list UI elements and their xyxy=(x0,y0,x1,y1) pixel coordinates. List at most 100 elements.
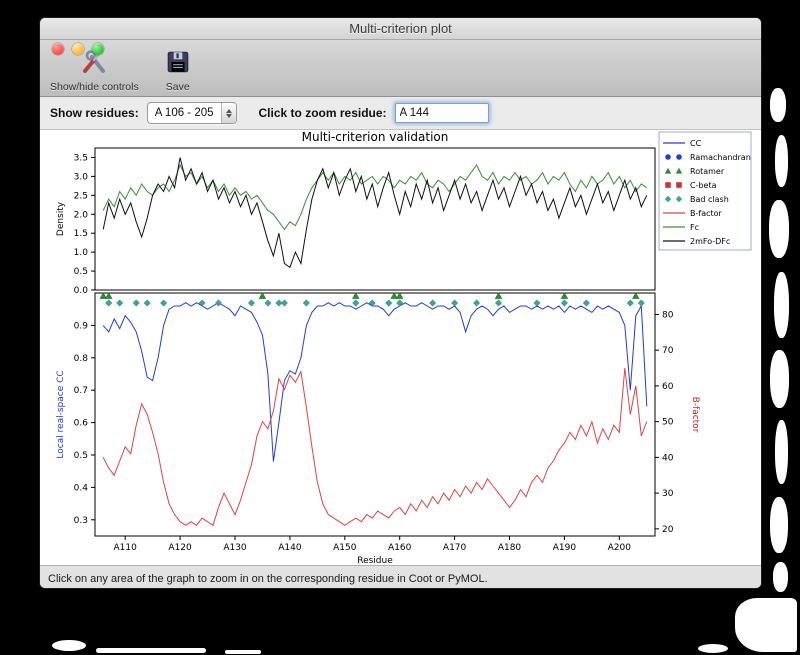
minimize-button[interactable] xyxy=(72,43,84,55)
svg-text:0.5: 0.5 xyxy=(74,451,88,461)
svg-text:0.7: 0.7 xyxy=(74,386,88,396)
save-icon xyxy=(165,49,191,80)
stepper-arrows-icon[interactable] xyxy=(220,103,236,123)
marker-Bad clash xyxy=(473,299,481,307)
svg-text:Rotamer: Rotamer xyxy=(690,167,725,176)
marker-Bad clash xyxy=(247,299,255,307)
artifact xyxy=(769,200,789,258)
svg-text:0.4: 0.4 xyxy=(74,483,89,493)
marker-Bad clash xyxy=(533,299,541,307)
svg-text:Local real-space CC: Local real-space CC xyxy=(56,370,66,458)
svg-text:C-beta: C-beta xyxy=(690,181,717,190)
marker-Bad clash xyxy=(160,299,168,307)
artifact xyxy=(770,497,788,553)
artifact xyxy=(52,640,86,651)
marker-Bad clash xyxy=(198,299,206,307)
svg-text:A170: A170 xyxy=(443,543,467,553)
svg-text:A110: A110 xyxy=(114,543,138,553)
status-text: Click on any area of the graph to zoom i… xyxy=(48,572,488,585)
title-bar[interactable]: Multi-criterion plot xyxy=(40,18,761,40)
svg-text:1.5: 1.5 xyxy=(74,229,88,239)
zoom-window-button[interactable] xyxy=(92,43,104,55)
svg-text:Bad clash: Bad clash xyxy=(690,195,729,204)
artifact xyxy=(225,650,261,654)
artifact xyxy=(698,644,728,653)
marker-Bad clash xyxy=(560,299,568,307)
svg-text:30: 30 xyxy=(662,489,674,499)
residue-range-select[interactable]: A 106 - 205 xyxy=(146,102,237,124)
artifact xyxy=(775,420,788,484)
status-bar: Click on any area of the graph to zoom i… xyxy=(40,565,761,588)
zoom-residue-label: Click to zoom residue: xyxy=(258,106,387,120)
svg-text:B-factor: B-factor xyxy=(690,209,723,218)
artifact xyxy=(774,272,789,338)
svg-text:80: 80 xyxy=(662,310,674,320)
svg-text:B-factor: B-factor xyxy=(690,397,700,433)
svg-text:0.6: 0.6 xyxy=(74,419,89,429)
desktop: { "window_title": "Multi-criterion plot"… xyxy=(0,0,800,655)
svg-text:0.3: 0.3 xyxy=(74,516,88,526)
marker-Bad clash xyxy=(396,299,404,307)
svg-text:A200: A200 xyxy=(608,543,632,553)
multi-criterion-plot-window: Multi-criterion plot Show/hide controls xyxy=(40,18,761,588)
svg-text:1.0: 1.0 xyxy=(74,248,89,258)
toolbar: Show/hide controls Save xyxy=(40,40,761,97)
svg-text:A160: A160 xyxy=(388,543,412,553)
save-label: Save xyxy=(165,81,190,93)
svg-text:50: 50 xyxy=(662,418,674,428)
svg-text:Residue: Residue xyxy=(357,556,393,565)
artifact xyxy=(735,598,797,652)
close-button[interactable] xyxy=(52,43,64,55)
marker-Bad clash xyxy=(582,299,590,307)
marker-Bad clash xyxy=(105,299,113,307)
series-CC xyxy=(102,302,648,462)
svg-text:A150: A150 xyxy=(333,543,357,553)
svg-text:0.5: 0.5 xyxy=(74,267,88,277)
svg-text:70: 70 xyxy=(662,346,674,356)
svg-text:A120: A120 xyxy=(168,543,192,553)
marker-Bad clash xyxy=(368,299,376,307)
traffic-lights xyxy=(52,43,104,55)
cc-bfactor-axes xyxy=(94,292,656,537)
marker-Bad clash xyxy=(385,299,393,307)
artifact xyxy=(96,648,206,653)
svg-text:A180: A180 xyxy=(498,543,522,553)
artifact xyxy=(775,135,788,187)
artifact xyxy=(770,350,789,408)
svg-text:A140: A140 xyxy=(278,543,302,553)
marker-Bad clash xyxy=(352,299,360,307)
marker-Bad clash xyxy=(215,299,223,307)
save-button[interactable]: Save xyxy=(165,49,191,93)
zoom-residue-input[interactable] xyxy=(394,103,489,123)
svg-text:3.0: 3.0 xyxy=(74,172,89,182)
plot-area[interactable]: Multi-criterion validation 0.0 0.5 1.0 1.5 2.… xyxy=(40,130,761,565)
show-hide-controls-button[interactable]: Show/hide controls xyxy=(50,49,139,93)
svg-text:2.0: 2.0 xyxy=(74,210,89,220)
svg-text:CC: CC xyxy=(690,139,702,148)
show-hide-controls-label: Show/hide controls xyxy=(50,81,139,93)
svg-text:40: 40 xyxy=(662,453,674,463)
residue-range-value: A 106 - 205 xyxy=(154,107,214,119)
svg-text:0.0: 0.0 xyxy=(74,286,89,296)
series-B-factor xyxy=(102,367,648,527)
legend: CC Ramachandran Rotamer C-beta Bad clash B-fa… xyxy=(658,131,752,251)
marker-Bad clash xyxy=(495,299,503,307)
svg-text:60: 60 xyxy=(662,382,674,392)
svg-text:0.9: 0.9 xyxy=(74,321,89,331)
marker-Bad clash xyxy=(132,299,140,307)
marker-Bad clash xyxy=(280,299,288,307)
svg-text:2.5: 2.5 xyxy=(74,191,88,201)
marker-Bad clash xyxy=(143,299,151,307)
svg-text:Density: Density xyxy=(56,201,66,236)
marker-Bad clash xyxy=(264,299,272,307)
marker-Bad clash xyxy=(451,299,459,307)
marker-Bad clash xyxy=(116,299,124,307)
svg-text:0.8: 0.8 xyxy=(74,354,89,364)
multi-criterion-validation-chart[interactable]: Multi-criterion validation 0.0 0.5 1.0 1.5 2.… xyxy=(48,130,753,565)
artifact xyxy=(770,88,786,122)
svg-text:A130: A130 xyxy=(223,543,247,553)
svg-text:20: 20 xyxy=(662,525,674,535)
marker-Bad clash xyxy=(626,299,634,307)
svg-text:Fc: Fc xyxy=(690,223,699,232)
svg-text:Ramachandran: Ramachandran xyxy=(690,153,751,162)
